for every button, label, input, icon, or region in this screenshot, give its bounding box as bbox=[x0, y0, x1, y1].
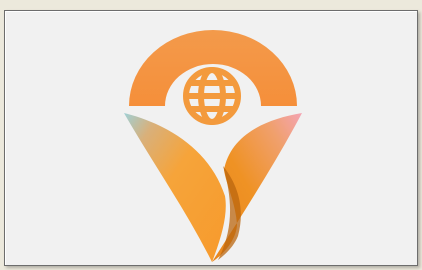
logo-right-petal bbox=[212, 113, 302, 262]
logo-left-petal bbox=[124, 113, 226, 262]
globe-icon bbox=[183, 67, 241, 125]
globe-pin-logo-icon bbox=[124, 30, 302, 262]
app-window bbox=[0, 0, 422, 270]
